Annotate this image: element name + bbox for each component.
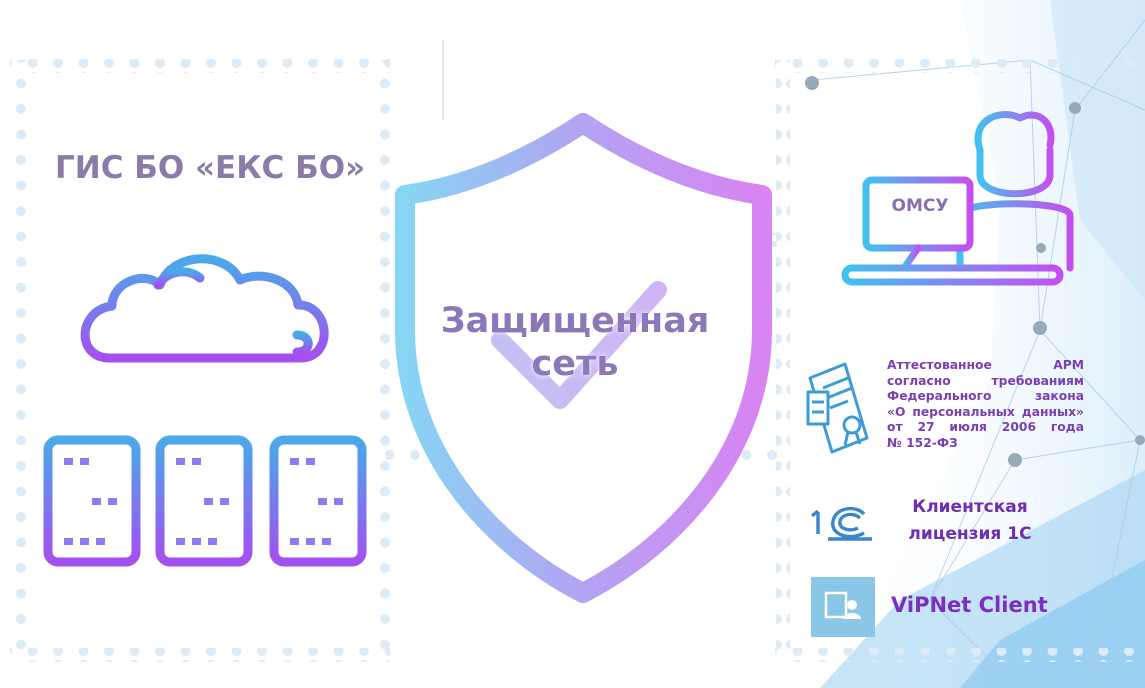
certification-line: от 27 июля 2006 года [887,420,1084,434]
system-title: ГИС БО «ЕКС БО» [55,150,366,186]
certification-line: «О персональных данных» [887,404,1084,419]
vipnet-client-label: ViPNet Client [891,593,1048,617]
client-license-label: Клиентская лицензия 1С [885,494,1055,548]
certificate-icon [806,362,869,454]
cloud-servers-icon [43,254,367,567]
protected-network-line-1: Защищенная [440,301,710,341]
protected-network-line-2: сеть [531,344,619,384]
certification-line: согласно требованиям [887,373,1084,388]
vipnet-icon [811,577,875,637]
certification-line: Федерального закона [887,389,1084,403]
1c-logo-icon [810,506,872,541]
client-license-line-2: лицензия 1С [908,524,1032,544]
protected-network-label: Защищенная сеть [410,300,740,386]
certification-text: Аттестованное АРМ согласно требованиям Ф… [887,358,1084,451]
workstation-label: ОМСУ [891,196,949,216]
certification-line: № 152-ФЗ [887,435,958,450]
client-license-line-1: Клиентская [912,497,1028,517]
certification-line: Аттестованное АРМ [887,358,1084,372]
server-lights [64,458,343,545]
